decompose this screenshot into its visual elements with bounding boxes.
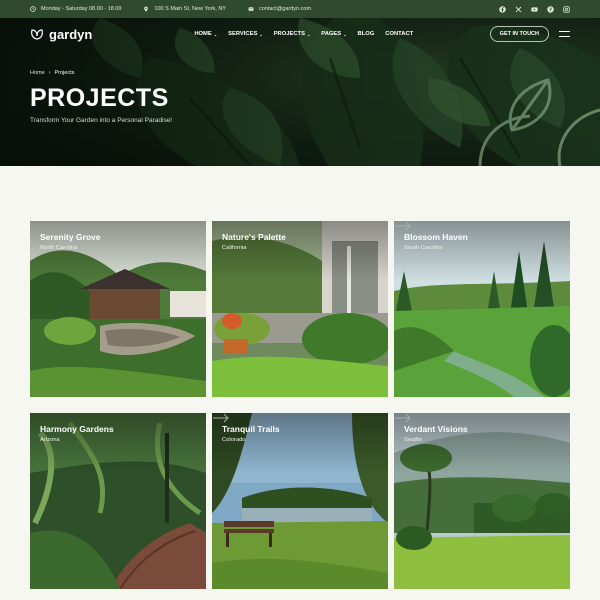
breadcrumb-home[interactable]: Home <box>30 70 45 76</box>
project-title[interactable]: Nature's Palette <box>222 232 286 242</box>
hero-banner: gardyn HOME ⌄ SERVICES ⌄ PROJECTS ⌄ PAGES ⌄ … <box>0 18 600 166</box>
project-location: North Carolina <box>40 245 78 251</box>
hours-text: Monday - Saturday 08.00 - 18.00 <box>41 6 122 12</box>
nav-item-contact[interactable]: CONTACT <box>385 31 413 37</box>
page-title: PROJECTS <box>30 84 169 112</box>
project-location: Arizona <box>40 437 60 443</box>
project-location: California <box>222 245 247 251</box>
card-overlay <box>212 413 388 473</box>
facebook-icon[interactable] <box>499 5 506 13</box>
email-text[interactable]: contact@gardyn.com <box>259 6 311 12</box>
pinterest-icon[interactable] <box>547 5 554 13</box>
breadcrumb: Home › Projects <box>30 70 74 76</box>
address-info: 100 S Main St, New York, NY <box>143 6 226 12</box>
nav-home-label: HOME <box>194 31 212 37</box>
card-overlay <box>394 413 570 473</box>
project-card-tranquil-trails[interactable]: Tranquil Trails Colorado <box>212 413 388 589</box>
chevron-down-icon: ⌄ <box>306 31 311 37</box>
breadcrumb-separator-icon: › <box>48 70 51 76</box>
nav-item-home[interactable]: HOME ⌄ <box>194 31 217 37</box>
mail-icon <box>248 7 254 11</box>
chevron-down-icon: ⌄ <box>259 31 263 37</box>
nav-item-services[interactable]: SERVICES ⌄ <box>228 31 263 37</box>
nav-menu: HOME ⌄ SERVICES ⌄ PROJECTS ⌄ PAGES ⌄ BLOG CO… <box>194 31 413 37</box>
nav-item-pages[interactable]: PAGES ⌄ <box>321 31 346 37</box>
nav-services-label: SERVICES <box>228 31 258 37</box>
project-card-verdant-visions[interactable]: Verdant Visions Seattle <box>394 413 570 589</box>
location-pin-icon <box>144 6 149 12</box>
project-title[interactable]: Verdant Visions <box>404 424 468 434</box>
social-links <box>499 5 570 13</box>
get-in-touch-button[interactable]: GET IN TOUCH <box>489 26 549 42</box>
project-title[interactable]: Serenity Grove <box>40 232 100 242</box>
x-icon[interactable] <box>515 6 522 13</box>
leaf-logo-icon <box>31 29 43 40</box>
hours-info: Monday - Saturday 08.00 - 18.00 <box>30 6 121 12</box>
chevron-down-icon: ⌄ <box>213 31 218 37</box>
project-location: South Carolina <box>404 245 443 251</box>
card-overlay <box>30 413 206 473</box>
project-title[interactable]: Blossom Haven <box>404 232 468 242</box>
project-location: Seattle <box>404 437 423 443</box>
project-title[interactable]: Harmony Gardens <box>40 424 114 434</box>
logo[interactable]: gardyn <box>30 27 92 42</box>
project-location: Colorado <box>222 437 246 443</box>
instagram-icon[interactable] <box>563 5 570 13</box>
project-card-serenity-grove[interactable]: Serenity Grove North Carolina <box>30 221 206 397</box>
project-title[interactable]: Tranquil Trails <box>222 424 280 434</box>
clock-icon <box>30 6 36 12</box>
project-card-blossom-haven[interactable]: Blossom Haven South Carolina <box>394 221 570 397</box>
nav-contact-label: CONTACT <box>385 31 414 37</box>
project-card-natures-palette[interactable]: Nature's Palette California <box>212 221 388 397</box>
chevron-down-icon: ⌄ <box>343 31 347 37</box>
address-text: 100 S Main St, New York, NY <box>154 6 226 12</box>
main-navigation: gardyn HOME ⌄ SERVICES ⌄ PROJECTS ⌄ PAGES ⌄ … <box>30 26 570 42</box>
nav-pages-label: PAGES <box>321 31 342 37</box>
hamburger-menu-icon[interactable] <box>559 31 570 37</box>
card-overlay <box>212 221 388 281</box>
youtube-icon[interactable] <box>531 6 538 13</box>
page-subtitle: Transform Your Garden into a Personal Pa… <box>30 117 173 124</box>
breadcrumb-current: Projects <box>54 70 75 76</box>
card-overlay <box>30 221 206 281</box>
top-info-bar: Monday - Saturday 08.00 - 18.00 100 S Ma… <box>0 0 600 18</box>
email-info[interactable]: contact@gardyn.com <box>248 6 311 12</box>
nav-item-blog[interactable]: BLOG <box>358 31 375 37</box>
logo-text: gardyn <box>49 26 93 42</box>
nav-item-projects[interactable]: PROJECTS ⌄ <box>274 31 311 37</box>
project-card-harmony-gardens[interactable]: Harmony Gardens Arizona <box>30 413 206 589</box>
card-overlay <box>394 221 570 281</box>
nav-projects-label: PROJECTS <box>273 31 305 37</box>
nav-blog-label: BLOG <box>357 31 375 37</box>
